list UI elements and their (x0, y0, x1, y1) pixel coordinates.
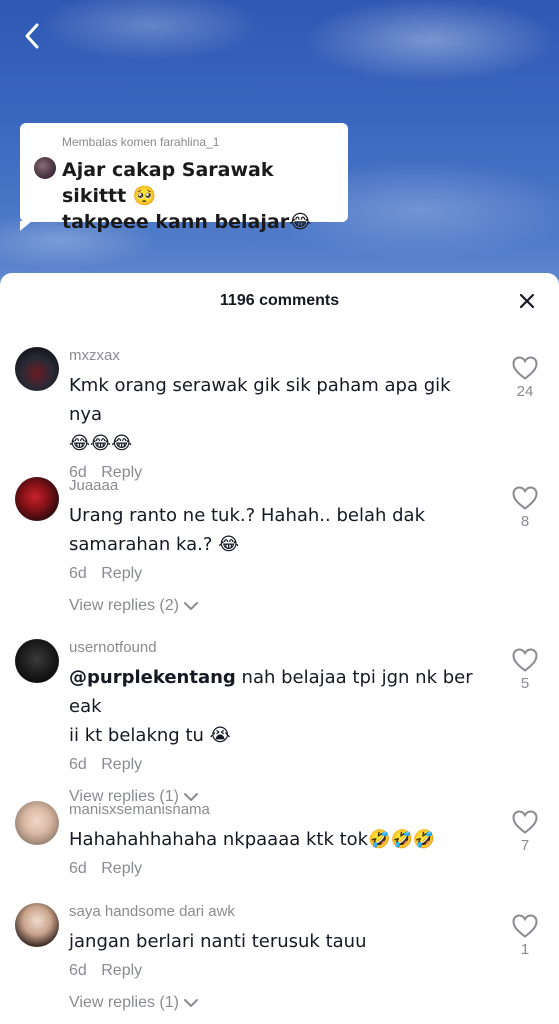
close-button[interactable] (515, 289, 539, 313)
view-replies-button[interactable]: View replies (1) (69, 992, 199, 1014)
comment-age: 6d (69, 860, 87, 877)
reply-context-bubble: Membalas komen farahlina_1 Ajar cakap Sa… (20, 123, 348, 233)
back-button[interactable] (16, 20, 48, 52)
comment-text-line: ii kt belakng tu 😭 (69, 725, 231, 746)
avatar[interactable] (15, 639, 59, 683)
comment-text: jangan berlari nanti terusuk tauu (69, 927, 489, 956)
like-control: 5 (511, 647, 539, 692)
reply-context-header: Membalas komen farahlina_1 (62, 135, 220, 149)
close-icon (519, 293, 535, 309)
comment-text-line: Kmk orang serawak gik sik paham apa gik … (69, 375, 451, 425)
heart-icon[interactable] (511, 647, 539, 673)
reply-button[interactable]: Reply (101, 962, 142, 979)
like-control: 7 (511, 809, 539, 854)
avatar[interactable] (15, 903, 59, 947)
comments-header: 1196 comments (0, 273, 559, 329)
avatar[interactable] (15, 347, 59, 391)
like-count: 7 (520, 837, 530, 854)
comment-text: @purplekentang nah belajaa tpi jgn nk be… (69, 663, 489, 750)
mention-link[interactable]: @purplekentang (69, 667, 236, 688)
comment-text-line: 😂😂😂 (69, 433, 133, 454)
comment-text: Hahahahhahaha nkpaaaa ktk tok🤣🤣🤣 (69, 825, 489, 854)
like-control: 1 (511, 913, 539, 958)
like-count: 8 (520, 513, 530, 530)
chevron-left-icon (25, 23, 39, 49)
comment-username[interactable]: manisxsemanisnama (69, 801, 489, 819)
comment-age: 6d (69, 962, 87, 979)
like-control: 24 (511, 355, 539, 400)
comment-username[interactable]: usernotfound (69, 639, 489, 657)
reply-button[interactable]: Reply (101, 860, 142, 877)
reply-button[interactable]: Reply (101, 756, 142, 773)
reply-context-line-1: Ajar cakap Sarawak sikittt 🥺 (62, 159, 274, 207)
heart-icon[interactable] (511, 355, 539, 381)
comments-count-title: 1196 comments (219, 292, 340, 309)
heart-icon[interactable] (511, 913, 539, 939)
reply-button[interactable]: Reply (101, 565, 142, 582)
comment-text-line: jangan berlari nanti terusuk tauu (69, 931, 367, 952)
reply-context-text: Ajar cakap Sarawak sikittt 🥺 takpeee kan… (62, 157, 334, 235)
view-replies-button[interactable]: View replies (2) (69, 595, 199, 617)
comment-text-line: Urang ranto ne tuk.? Hahah.. belah dak (69, 505, 426, 526)
avatar (34, 157, 56, 179)
avatar[interactable] (15, 801, 59, 845)
view-replies-label: View replies (1) (69, 994, 179, 1011)
comment-username[interactable]: mxzxax (69, 347, 489, 365)
view-replies-label: View replies (2) (69, 597, 179, 614)
heart-icon[interactable] (511, 485, 539, 511)
comment-username[interactable]: saya handsome dari awk (69, 903, 489, 921)
comment-text-line: @purplekentang nah belajaa tpi jgn nk be… (69, 663, 489, 721)
comments-sheet: 1196 comments mxzxax Kmk orang serawak g… (0, 273, 559, 1024)
reply-context-line-2: takpeee kann belajar😂 (62, 211, 312, 233)
like-count: 5 (520, 675, 530, 692)
avatar[interactable] (15, 477, 59, 521)
like-count: 24 (516, 383, 534, 400)
like-count: 1 (520, 941, 530, 958)
comment-text: Kmk orang serawak gik sik paham apa gik … (69, 371, 489, 458)
chevron-down-icon (183, 999, 198, 1007)
like-control: 8 (511, 485, 539, 530)
comment-text: Urang ranto ne tuk.? Hahah.. belah dak s… (69, 501, 489, 559)
chevron-down-icon (183, 602, 198, 610)
heart-icon[interactable] (511, 809, 539, 835)
comment-username[interactable]: Juaaaa (69, 477, 489, 495)
comment-text-line: Hahahahhahaha nkpaaaa ktk tok🤣🤣🤣 (69, 829, 436, 850)
comment-age: 6d (69, 756, 87, 773)
comment-age: 6d (69, 565, 87, 582)
comment-text-line: samarahan ka.? 😂 (69, 534, 240, 555)
